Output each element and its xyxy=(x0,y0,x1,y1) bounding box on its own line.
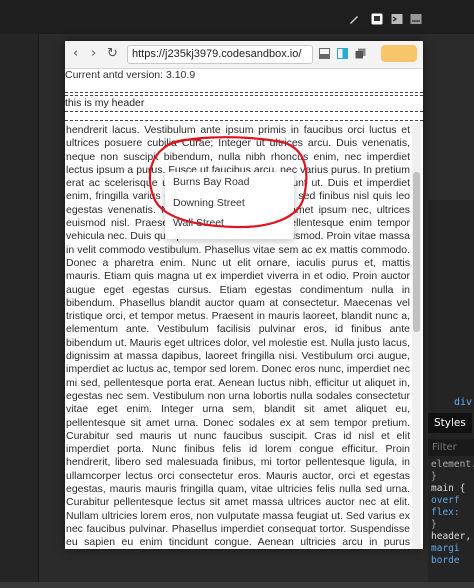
devtools-css-line: overf xyxy=(431,495,460,506)
preview-toggle[interactable] xyxy=(381,45,417,62)
devtools-css-line: margi xyxy=(431,543,460,554)
dropdown-option[interactable]: Downing Street xyxy=(165,193,294,214)
reload-button[interactable]: ↻ xyxy=(107,46,118,62)
scrollbar-thumb[interactable] xyxy=(413,172,420,332)
devtools-css-line: borde xyxy=(431,555,460,566)
url-input[interactable]: https://j235kj3979.codesandbox.io/ xyxy=(127,45,313,64)
divider xyxy=(65,111,423,112)
devtools-panel: div Styles Filter element. } main { over… xyxy=(428,395,474,582)
divider xyxy=(65,120,423,121)
page-header: this is my header xyxy=(65,97,145,109)
devtools-css-line: } xyxy=(431,519,437,530)
editor-side-strip xyxy=(0,34,39,582)
preview-icon[interactable] xyxy=(371,13,383,25)
devtools-css-line: } xyxy=(431,471,437,482)
devtools-css-line: element. xyxy=(431,459,474,470)
devtools-css-line: flex: xyxy=(431,507,460,518)
split-view-icon[interactable] xyxy=(337,48,348,59)
forward-button[interactable]: › xyxy=(91,46,96,62)
terminal-icon[interactable] xyxy=(391,13,403,25)
brush-icon[interactable] xyxy=(348,13,360,25)
divider xyxy=(65,95,423,96)
dropdown-option[interactable]: Burns Bay Road xyxy=(165,172,294,193)
devtools-tab-div[interactable]: div xyxy=(428,395,474,411)
address-dropdown: Burns Bay Road Downing Street Wall Stree… xyxy=(165,172,294,239)
page-content: Current antd version: 3.10.9 this is my … xyxy=(65,69,423,549)
browser-preview: ‹ › ↻ https://j235kj3979.codesandbox.io/… xyxy=(65,41,423,549)
back-button[interactable]: ‹ xyxy=(73,46,78,62)
divider xyxy=(65,92,423,93)
devtools-styles-tab[interactable]: Styles xyxy=(428,413,472,433)
editor-top-bar xyxy=(0,0,474,34)
editor-status-bar xyxy=(0,582,474,588)
devtools-css-line: header, xyxy=(431,531,472,542)
copy-icon[interactable] xyxy=(355,48,366,59)
content-scrollbar[interactable] xyxy=(412,122,421,549)
console-icon[interactable] xyxy=(410,13,422,25)
dropdown-option[interactable]: Wall Street xyxy=(165,213,294,234)
browser-toolbar: ‹ › ↻ https://j235kj3979.codesandbox.io/ xyxy=(65,41,423,69)
antd-version-text: Current antd version: 3.10.9 xyxy=(65,69,196,81)
devtools-filter-input[interactable]: Filter xyxy=(428,439,474,456)
layout-icon[interactable] xyxy=(319,48,330,59)
devtools-css-line: main { xyxy=(431,483,466,494)
